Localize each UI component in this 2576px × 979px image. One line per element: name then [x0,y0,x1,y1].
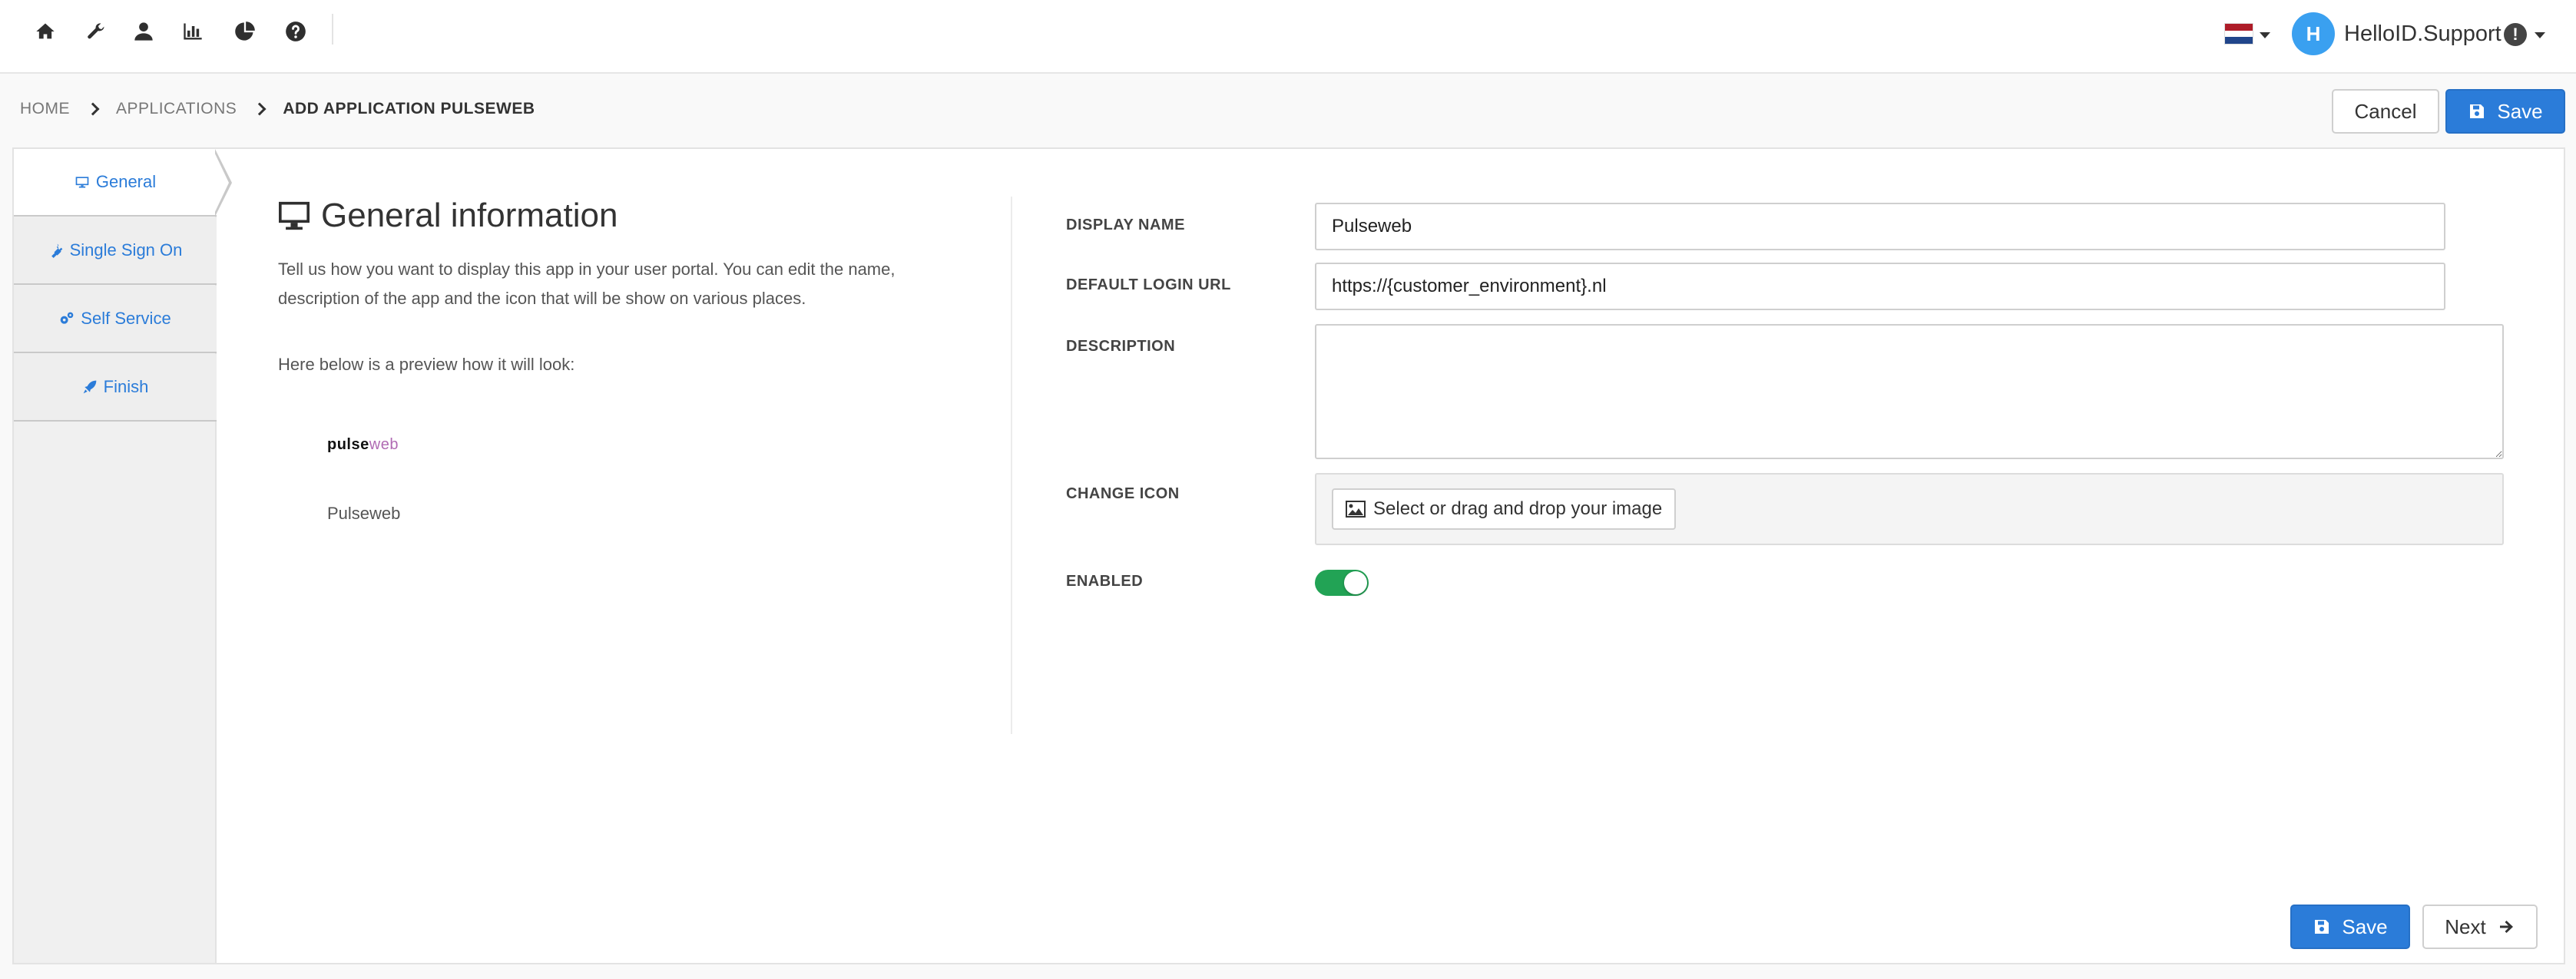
login-url-input[interactable] [1315,263,2445,310]
breadcrumb-applications[interactable]: APPLICATIONS [116,100,237,118]
cancel-button[interactable]: Cancel [2332,89,2439,134]
section-title-text: General information [321,197,618,234]
top-navbar: H HelloID.Support ! [0,0,2576,74]
netherlands-flag-icon[interactable] [2224,23,2253,45]
monitor-icon [75,177,89,188]
breadcrumb-current: ADD APPLICATION PULSEWEB [283,100,535,117]
chevron-right-icon [253,102,267,116]
preview-intro: Here below is a preview how it will look… [278,355,575,374]
home-icon[interactable] [31,17,60,46]
cancel-button-label: Cancel [2354,99,2417,123]
wizard-panel: General Single Sign On Self Service Fini… [12,147,2565,964]
active-tab-arrow [214,149,232,217]
description-label: DESCRIPTION [1066,338,1176,355]
next-button[interactable]: Next [2422,905,2538,949]
save-button-bottom-label: Save [2342,915,2388,938]
tab-self-service-label: Self Service [81,309,171,328]
save-button-label: Save [2497,99,2543,123]
tab-finish[interactable]: Finish [14,354,217,422]
username-menu[interactable]: HelloID.Support [2344,21,2502,47]
tab-single-sign-on[interactable]: Single Sign On [14,217,217,285]
image-icon [1346,501,1366,518]
arrow-right-icon [2499,921,2513,933]
avatar[interactable]: H [2292,12,2335,55]
enabled-toggle[interactable] [1315,570,1369,596]
monitor-icon [279,201,310,230]
tab-self-service[interactable]: Self Service [14,286,217,353]
floppy-disk-icon [2315,920,2329,934]
chevron-right-icon [86,102,100,116]
tab-finish-label: Finish [103,377,149,396]
bar-chart-icon[interactable] [178,17,207,46]
display-name-input[interactable] [1315,203,2445,250]
change-icon-label: CHANGE ICON [1066,485,1180,502]
user-chevron-down-icon[interactable] [2535,32,2545,38]
column-divider [1011,197,1012,734]
pie-chart-icon[interactable] [230,17,260,46]
user-icon[interactable] [129,17,158,46]
preview-app-name: Pulseweb [327,504,401,523]
logo-text-pulse: pulse [327,436,369,453]
nav-divider [332,14,333,45]
section-title: General information [276,197,618,235]
toggle-knob [1344,571,1367,594]
section-description: Tell us how you want to display this app… [278,260,896,308]
tab-general-label: General [95,172,157,191]
display-name-label: DISPLAY NAME [1066,217,1185,233]
next-button-label: Next [2445,915,2486,938]
help-icon[interactable] [281,17,310,46]
description-textarea[interactable] [1315,324,2504,459]
icon-dropzone[interactable]: Select or drag and drop your image [1315,473,2504,545]
logo-text-web: web [369,436,399,453]
enabled-label: ENABLED [1066,573,1144,590]
language-chevron-down-icon[interactable] [2260,32,2270,38]
save-button-top[interactable]: Save [2445,89,2565,134]
select-image-button[interactable]: Select or drag and drop your image [1332,488,1677,530]
floppy-disk-icon [2470,104,2485,118]
tab-general[interactable]: General [14,149,232,217]
plug-icon [51,243,62,258]
login-url-label: DEFAULT LOGIN URL [1066,276,1231,293]
wizard-sidebar: General Single Sign On Self Service Fini… [14,149,232,963]
tab-sso-label: Single Sign On [69,240,183,260]
pulseweb-logo: pulseweb [327,436,399,454]
breadcrumb: HOME APPLICATIONS ADD APPLICATION PULSEW… [20,100,535,118]
save-button-bottom[interactable]: Save [2290,905,2410,949]
gears-icon [60,312,74,324]
select-image-label: Select or drag and drop your image [1373,498,1663,519]
rocket-icon [83,380,96,394]
alert-icon[interactable]: ! [2504,23,2527,46]
breadcrumb-home[interactable]: HOME [20,100,70,118]
wrench-icon[interactable] [81,17,111,46]
